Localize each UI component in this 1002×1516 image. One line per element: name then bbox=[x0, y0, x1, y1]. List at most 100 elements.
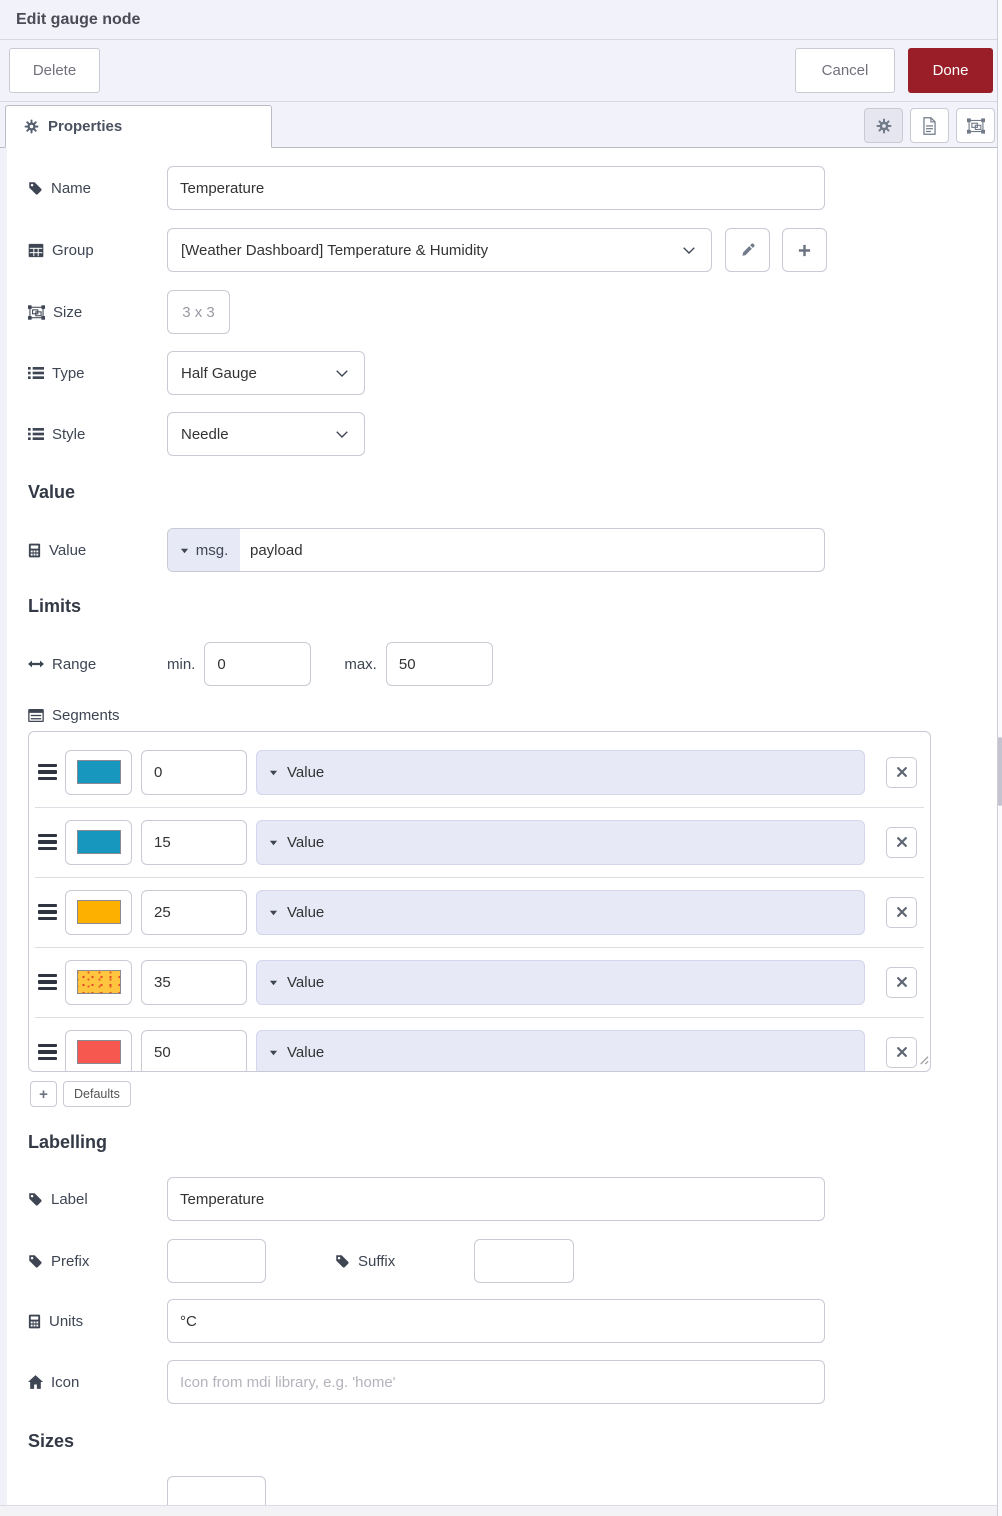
group-select[interactable]: [Weather Dashboard] Temperature & Humidi… bbox=[167, 228, 712, 272]
max-label: max. bbox=[344, 655, 377, 673]
segment-row: Value bbox=[29, 807, 930, 877]
object-group-icon bbox=[28, 304, 45, 320]
segment-type-select[interactable]: Value bbox=[256, 959, 865, 1005]
value-typed-input[interactable]: msg. payload bbox=[167, 528, 825, 572]
min-label: min. bbox=[167, 655, 196, 673]
suffix-label: Suffix bbox=[335, 1253, 474, 1270]
type-select[interactable]: Half Gauge bbox=[167, 351, 365, 395]
value-section-heading: Value bbox=[28, 482, 76, 502]
list-icon bbox=[28, 366, 44, 380]
list-panel-icon bbox=[28, 709, 44, 722]
arrows-horizontal-icon bbox=[28, 658, 44, 670]
gauge-label-input[interactable] bbox=[167, 1177, 825, 1221]
chevron-down-icon bbox=[333, 425, 351, 443]
segment-color-button[interactable] bbox=[65, 749, 132, 795]
segment-remove-button[interactable] bbox=[886, 756, 917, 788]
segment-color-swatch bbox=[76, 970, 121, 994]
properties-view-button[interactable] bbox=[864, 108, 903, 143]
add-group-button[interactable] bbox=[782, 228, 827, 272]
range-min-input[interactable] bbox=[204, 642, 312, 686]
segment-value-input[interactable] bbox=[141, 1029, 247, 1071]
drag-handle-icon[interactable] bbox=[38, 831, 58, 854]
segment-color-swatch bbox=[76, 1040, 121, 1064]
icon-input[interactable] bbox=[167, 1360, 825, 1404]
segment-type-select[interactable]: Value bbox=[256, 819, 865, 865]
style-select[interactable]: Needle bbox=[167, 412, 365, 456]
tab-properties[interactable]: Properties bbox=[5, 105, 272, 148]
delete-button[interactable]: Delete bbox=[9, 48, 100, 93]
segment-remove-button[interactable] bbox=[886, 966, 917, 998]
list-icon bbox=[28, 427, 44, 441]
segment-type-select[interactable]: Value bbox=[256, 749, 865, 795]
range-max-input[interactable] bbox=[385, 642, 493, 686]
add-segment-button[interactable]: + bbox=[30, 1081, 57, 1107]
document-icon bbox=[922, 116, 937, 135]
segment-type-select[interactable]: Value bbox=[256, 889, 865, 935]
scrollbar-track[interactable] bbox=[997, 0, 1002, 1516]
segment-type-select[interactable]: Value bbox=[256, 1029, 865, 1071]
segment-value-input[interactable] bbox=[141, 749, 247, 795]
segment-value-input[interactable] bbox=[141, 819, 247, 865]
segment-color-button[interactable] bbox=[65, 1029, 132, 1071]
segment-row: Value bbox=[29, 1017, 930, 1071]
edit-group-button[interactable] bbox=[725, 228, 770, 272]
close-icon bbox=[896, 906, 908, 918]
defaults-button[interactable]: Defaults bbox=[63, 1081, 131, 1107]
type-label: Type bbox=[28, 365, 167, 382]
range-row: Range min. max. bbox=[28, 642, 1002, 686]
drag-handle-icon[interactable] bbox=[38, 761, 58, 784]
sizes-section-heading: Sizes bbox=[28, 1431, 75, 1451]
scrollbar-thumb[interactable] bbox=[998, 737, 1002, 806]
prefix-input[interactable] bbox=[167, 1239, 266, 1283]
close-icon bbox=[896, 976, 908, 988]
calculator-icon bbox=[28, 543, 41, 558]
close-icon bbox=[896, 836, 908, 848]
suffix-input[interactable] bbox=[474, 1239, 574, 1283]
chevron-down-icon bbox=[333, 364, 351, 382]
segment-value-input[interactable] bbox=[141, 889, 247, 935]
segment-remove-button[interactable] bbox=[886, 896, 917, 928]
segment-remove-button[interactable] bbox=[886, 826, 917, 858]
appearance-view-button[interactable] bbox=[956, 108, 995, 143]
tag-icon bbox=[28, 1254, 43, 1269]
cancel-button[interactable]: Cancel bbox=[795, 48, 895, 93]
tag-icon bbox=[335, 1254, 350, 1269]
caret-down-icon bbox=[269, 908, 278, 917]
resize-handle-icon[interactable] bbox=[916, 1052, 929, 1070]
segment-color-button[interactable] bbox=[65, 959, 132, 1005]
drag-handle-icon[interactable] bbox=[38, 901, 58, 924]
segment-row: Value bbox=[29, 877, 930, 947]
group-select-value: [Weather Dashboard] Temperature & Humidi… bbox=[181, 241, 489, 259]
drag-handle-icon[interactable] bbox=[38, 971, 58, 994]
dialog-title: Edit gauge node bbox=[16, 10, 141, 28]
tab-toolbar bbox=[864, 108, 995, 143]
value-row: Value msg. payload bbox=[28, 528, 1002, 572]
close-icon bbox=[896, 1046, 908, 1058]
description-view-button[interactable] bbox=[910, 108, 949, 143]
close-icon bbox=[896, 766, 908, 778]
segment-color-swatch bbox=[76, 830, 121, 854]
caret-down-icon bbox=[269, 978, 278, 987]
typed-input-type-select[interactable]: msg. bbox=[168, 529, 240, 571]
value-property-input[interactable]: payload bbox=[240, 529, 303, 571]
drag-handle-icon[interactable] bbox=[38, 1041, 58, 1064]
units-input[interactable] bbox=[167, 1299, 825, 1343]
gear-icon bbox=[24, 119, 39, 134]
done-button[interactable]: Done bbox=[908, 48, 993, 93]
units-row: Units bbox=[28, 1299, 1002, 1343]
units-label: Units bbox=[28, 1313, 167, 1330]
segment-color-button[interactable] bbox=[65, 889, 132, 935]
name-input[interactable] bbox=[167, 166, 825, 210]
segment-remove-button[interactable] bbox=[886, 1036, 917, 1068]
size-row: Size 3 x 3 bbox=[28, 290, 1002, 334]
size-button[interactable]: 3 x 3 bbox=[167, 290, 230, 334]
size-label: Size bbox=[28, 304, 167, 321]
pencil-icon bbox=[740, 242, 756, 258]
edit-gauge-node-dialog: Edit gauge node Delete Cancel Done Prope… bbox=[0, 0, 1002, 1516]
segment-value-input[interactable] bbox=[141, 959, 247, 1005]
dialog-action-bar: Delete Cancel Done bbox=[0, 40, 1002, 102]
segment-color-button[interactable] bbox=[65, 819, 132, 865]
object-group-icon bbox=[966, 117, 985, 134]
icon-label: Icon bbox=[28, 1374, 167, 1391]
label-row: Label bbox=[28, 1177, 1002, 1221]
